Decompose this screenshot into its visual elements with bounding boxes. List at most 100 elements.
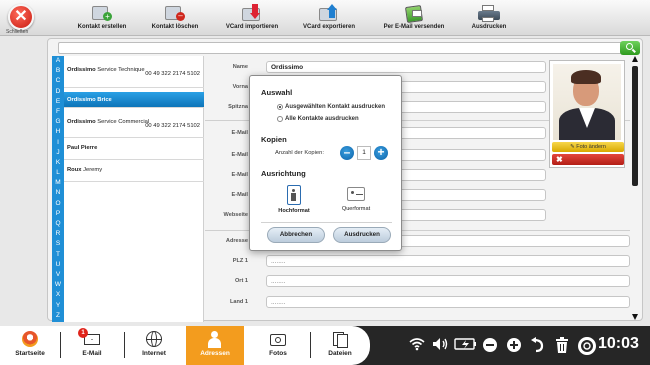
add-contact-icon: + <box>90 4 114 24</box>
export-vcard-icon <box>317 4 341 24</box>
alphabet-letter[interactable]: R <box>52 229 64 239</box>
scroll-down-icon[interactable] <box>632 314 638 320</box>
land-field[interactable]: ........ <box>266 296 630 308</box>
zoom-out-icon[interactable] <box>482 337 498 355</box>
print-confirm-button[interactable]: Ausdrucken <box>333 227 391 243</box>
adresse-label: Adresse <box>225 238 248 244</box>
search-icon <box>626 43 633 50</box>
send-email-button[interactable]: Per E-Mail versenden <box>380 2 448 34</box>
contact-item[interactable]: Roux Jeremy <box>64 164 204 182</box>
undo-icon[interactable] <box>530 337 546 355</box>
email-unread-badge: 1 <box>78 328 88 338</box>
tab-dateien[interactable]: Dateien <box>314 326 366 365</box>
alphabet-letter[interactable]: P <box>52 209 64 219</box>
camera-icon <box>268 330 288 348</box>
trash-icon[interactable] <box>554 337 570 355</box>
documents-icon <box>330 330 350 348</box>
alphabet-letter[interactable]: O <box>52 199 64 209</box>
alphabet-letter[interactable]: N <box>52 188 64 198</box>
alphabet-letter[interactable]: H <box>52 127 64 137</box>
ort-field[interactable]: ........ <box>266 275 630 287</box>
alphabet-letter[interactable]: T <box>52 250 64 260</box>
vorname-label: Vorna <box>232 84 248 90</box>
battery-icon <box>454 337 478 355</box>
portrait-icon <box>287 185 301 205</box>
alphabet-letter[interactable]: F <box>52 107 64 117</box>
delete-contact-button[interactable]: – Kontakt löschen <box>146 2 204 34</box>
scrollbar-thumb[interactable] <box>632 66 638 186</box>
alphabet-letter[interactable]: I <box>52 138 64 148</box>
alphabet-letter[interactable]: Y <box>52 301 64 311</box>
tab-fotos[interactable]: Fotos <box>252 326 304 365</box>
contact-photo <box>553 64 621 140</box>
alphabet-letter[interactable]: B <box>52 66 64 76</box>
alphabet-letter[interactable]: K <box>52 158 64 168</box>
delete-photo-button[interactable]: ✖ <box>552 154 624 165</box>
cancel-button[interactable]: Abbrechen <box>267 227 325 243</box>
contact-item[interactable]: Ordissimo Service Technique 00 49 322 21… <box>64 64 204 88</box>
alphabet-letter[interactable]: C <box>52 76 64 86</box>
email-label: E-Mail <box>231 172 248 178</box>
contact-item[interactable]: Ordissimo Service Commercial 00 49 322 2… <box>64 116 204 138</box>
alphabet-index: ABCDEFGHIJKLMNOPQRSTUVWXYZ <box>52 56 64 322</box>
webseite-label: Webseite <box>223 212 248 218</box>
alphabet-letter[interactable]: W <box>52 280 64 290</box>
scrollbar[interactable] <box>630 56 640 320</box>
tab-adressen[interactable]: Adressen <box>186 326 244 365</box>
copies-input[interactable]: 1 <box>357 146 371 160</box>
portrait-option[interactable]: Hochformat <box>274 185 314 214</box>
change-photo-button[interactable]: ✎ Foto ändern <box>552 142 624 152</box>
alphabet-letter[interactable]: J <box>52 148 64 158</box>
tab-startseite[interactable]: Startseite <box>6 326 54 365</box>
contact-item[interactable]: Paul Pierre <box>64 142 204 160</box>
close-button[interactable]: ✕ <box>8 4 34 30</box>
alphabet-letter[interactable]: U <box>52 260 64 270</box>
scroll-up-icon[interactable] <box>632 56 638 62</box>
send-email-icon <box>402 4 426 24</box>
help-icon[interactable] <box>578 337 596 355</box>
alphabet-letter[interactable]: D <box>52 87 64 97</box>
volume-icon[interactable] <box>432 337 450 355</box>
name-label: Name <box>232 64 248 70</box>
alphabet-letter[interactable]: S <box>52 239 64 249</box>
home-icon <box>20 330 40 348</box>
alphabet-letter[interactable]: A <box>52 56 64 66</box>
zoom-in-icon[interactable] <box>506 337 522 355</box>
print-button[interactable]: Ausdrucken <box>466 2 512 34</box>
option-all-contacts[interactable]: Alle Kontakte ausdrucken <box>277 116 359 122</box>
increment-copies-button[interactable]: + <box>374 146 388 160</box>
alphabet-letter[interactable]: Z <box>52 311 64 321</box>
email-label: E-Mail <box>231 152 248 158</box>
wifi-icon[interactable] <box>408 337 426 355</box>
landscape-icon <box>347 187 365 201</box>
delete-contact-icon: – <box>163 4 187 24</box>
contacts-icon <box>205 330 225 348</box>
alphabet-letter[interactable]: M <box>52 178 64 188</box>
radio-checked-icon <box>277 104 283 110</box>
name-field[interactable]: Ordissimo <box>266 61 546 73</box>
export-vcard-button[interactable]: VCard exportieren <box>298 2 360 34</box>
alphabet-letter[interactable]: E <box>52 97 64 107</box>
tab-email[interactable]: E-Mail <box>66 326 118 365</box>
decrement-copies-button[interactable]: – <box>340 146 354 160</box>
radio-unchecked-icon <box>277 116 283 122</box>
ausrichtung-heading: Ausrichtung <box>261 169 306 178</box>
alphabet-letter[interactable]: Q <box>52 219 64 229</box>
option-selected-contact[interactable]: Ausgewählten Kontakt ausdrucken <box>277 104 385 110</box>
tab-internet[interactable]: Internet <box>128 326 180 365</box>
plz-field[interactable]: ........ <box>266 255 630 267</box>
add-contact-button[interactable]: + Kontakt erstellen <box>72 2 132 34</box>
copies-label: Anzahl der Kopien: <box>275 150 324 156</box>
alphabet-letter[interactable]: L <box>52 168 64 178</box>
alphabet-letter[interactable]: X <box>52 290 64 300</box>
import-vcard-button[interactable]: VCard importieren <box>222 2 282 34</box>
kopien-heading: Kopien <box>261 135 287 144</box>
contact-item-selected[interactable]: Ordissimo Brice <box>64 92 204 108</box>
contact-list: Ordissimo Service Technique 00 49 322 21… <box>64 56 204 322</box>
search-input[interactable] <box>58 42 640 54</box>
landscape-option[interactable]: Querformat <box>336 187 376 212</box>
search-button[interactable] <box>620 41 640 55</box>
alphabet-letter[interactable]: V <box>52 270 64 280</box>
alphabet-letter[interactable]: G <box>52 117 64 127</box>
email-label: E-Mail <box>231 192 248 198</box>
